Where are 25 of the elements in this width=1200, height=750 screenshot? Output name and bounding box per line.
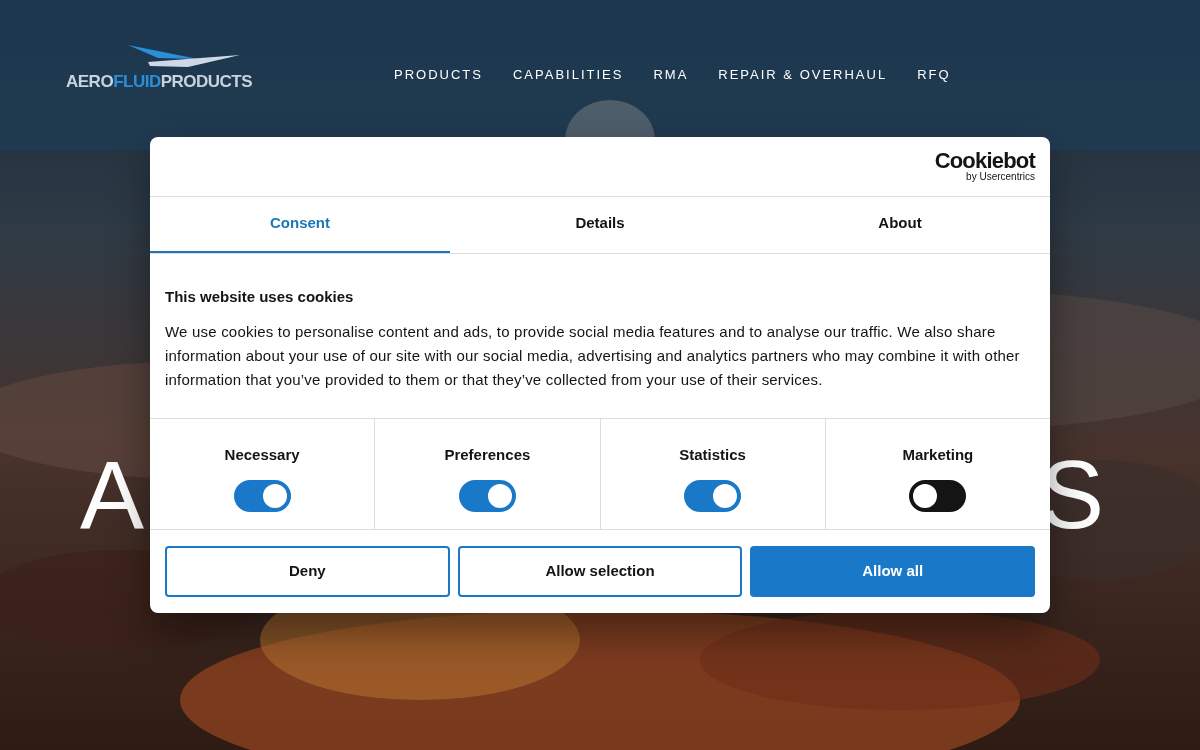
tab[interactable]: Consent <box>150 196 450 253</box>
brand-name: Cookiebot <box>934 150 1035 173</box>
logo-wordmark[interactable]: AEROFLUIDPRODUCTS <box>66 73 253 90</box>
consent-button[interactable]: Deny <box>165 546 450 597</box>
nav-link[interactable]: RFQ <box>917 65 951 85</box>
toggle-label: Necessary <box>224 444 300 465</box>
toggle-switch[interactable] <box>909 480 967 513</box>
hero-heading-fragment: S <box>1039 440 1104 550</box>
toggle-label: Statistics <box>679 444 746 465</box>
toggle-label: Marketing <box>902 444 974 465</box>
airplane-wing-icon <box>128 45 240 67</box>
consent-button[interactable]: Allow selection <box>457 546 743 597</box>
nav-link[interactable]: PRODUCTS <box>394 65 483 85</box>
nav-link[interactable]: REPAIR & OVERHAUL <box>718 65 888 85</box>
toggle-switch[interactable] <box>233 480 291 513</box>
brand-byline: by Usercentrics <box>966 172 1035 183</box>
nav-link[interactable]: CAPABILITIES <box>512 65 624 85</box>
dialog-text: We use cookies to personalise content and ads, to provide social media features and to analyse our traffic. We also share information about your use of our site with our social media, advertising and analytics partners who may combine it with other information that you’ve provided to them or that they’ve collected from your use of their services. <box>165 322 1021 391</box>
hero-heading-fragment: A <box>80 440 145 550</box>
allow-all-button[interactable]: Allow all <box>750 546 1035 597</box>
toggle-label: Preferences <box>444 444 531 465</box>
nav-link[interactable]: RMA <box>653 65 689 85</box>
dialog-title: This website uses cookies <box>165 286 355 307</box>
toggle-switch[interactable] <box>458 480 516 513</box>
toggle-switch[interactable] <box>684 480 742 513</box>
